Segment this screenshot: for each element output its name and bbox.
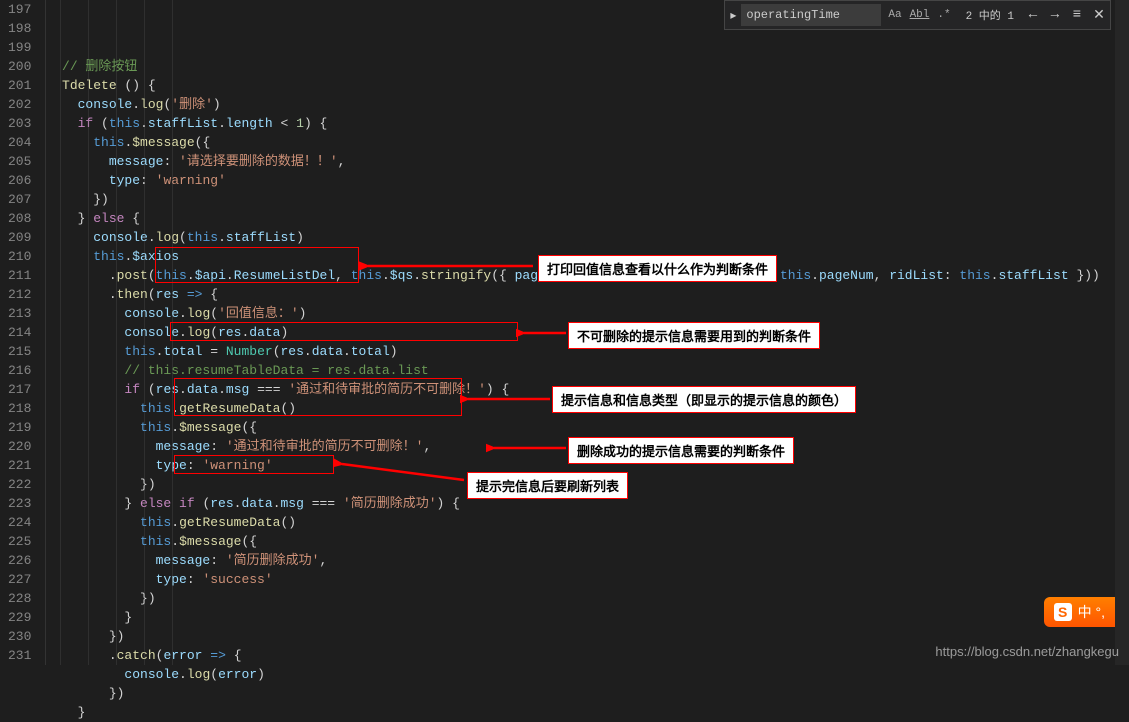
search-toggle-icon[interactable]: ▸ [725,0,741,30]
ime-status-text: 中 °, [1078,602,1105,622]
code-editor: 1971981992002012022032042052062072082092… [0,0,1129,665]
ime-badge: S 中 °, [1044,597,1115,627]
search-result-count: 2 中的 1 [958,7,1022,23]
search-word-icon[interactable]: Abl [907,8,933,22]
search-selection-icon[interactable]: ≡ [1066,4,1088,26]
search-input[interactable] [741,4,881,26]
search-close-icon[interactable]: ✕ [1088,4,1110,26]
vertical-scrollbar[interactable] [1115,0,1129,665]
code-content[interactable]: // 删除按钮 Tdelete () { console.log('删除') i… [46,0,1129,665]
search-widget: ▸ Aa Abl .* 2 中的 1 ← → ≡ ✕ [724,0,1111,30]
search-case-icon[interactable]: Aa [885,8,904,22]
sogou-logo-icon: S [1054,603,1072,621]
search-regex-icon[interactable]: .* [934,8,953,22]
search-next-icon[interactable]: → [1044,4,1066,26]
search-prev-icon[interactable]: ← [1022,4,1044,26]
line-number-gutter: 1971981992002012022032042052062072082092… [0,0,46,665]
watermark-text: https://blog.csdn.net/zhangkegu [935,644,1119,659]
